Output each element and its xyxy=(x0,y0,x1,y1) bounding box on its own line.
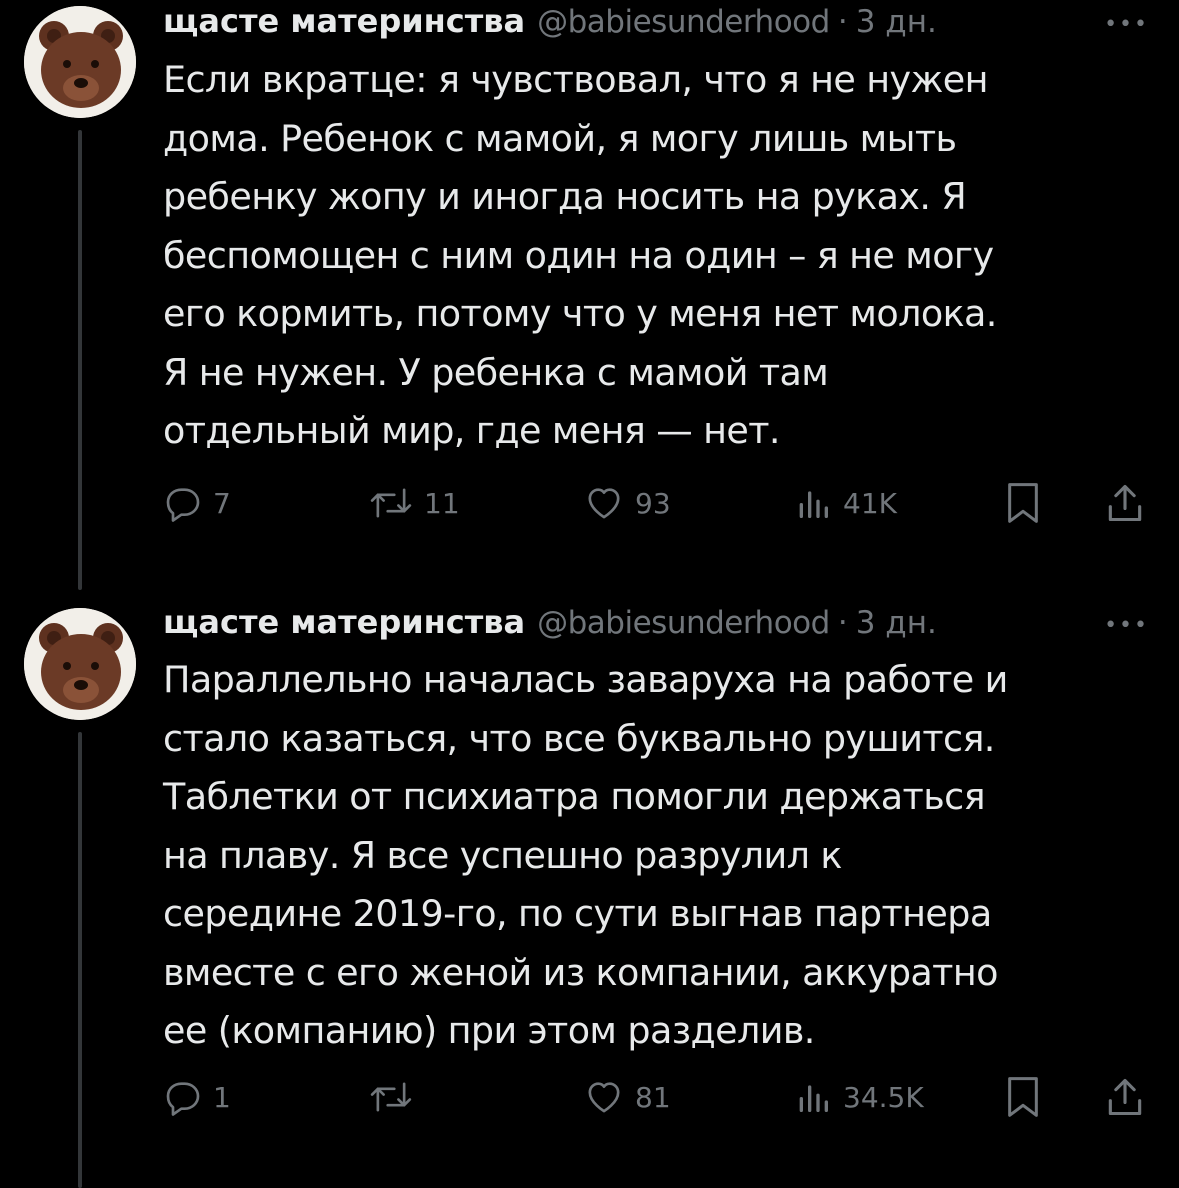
heart-icon xyxy=(588,488,620,519)
tweet[interactable]: щасте материнства @babiesunderhood · 3 д… xyxy=(0,0,1179,590)
views-count: 34.5K xyxy=(843,1080,924,1114)
reply-icon xyxy=(166,1082,200,1116)
views-count: 41K xyxy=(843,486,897,520)
timestamp[interactable]: 3 дн. xyxy=(856,4,937,40)
share-icon xyxy=(1108,484,1142,522)
thread-line xyxy=(78,732,82,1188)
views-icon xyxy=(799,491,828,518)
bookmark-icon xyxy=(1008,1077,1038,1117)
retweet-button[interactable] xyxy=(368,1072,424,1122)
action-bar: 7 11 93 41K xyxy=(163,478,1153,528)
author-name[interactable]: щасте материнства xyxy=(163,603,525,641)
author-handle[interactable]: @babiesunderhood xyxy=(537,4,830,40)
tweet[interactable]: щасте материнства @babiesunderhood · 3 д… xyxy=(0,590,1179,1188)
share-icon xyxy=(1108,1078,1142,1116)
views-button[interactable]: 34.5K xyxy=(793,1072,924,1122)
author-avatar[interactable] xyxy=(24,6,136,118)
tweet-header: щасте материнства @babiesunderhood · 3 д… xyxy=(163,2,1149,40)
views-icon xyxy=(799,1085,828,1112)
bookmark-icon xyxy=(1008,483,1038,523)
like-button[interactable]: 93 xyxy=(583,478,671,528)
reply-button[interactable]: 7 xyxy=(163,478,231,528)
reply-count: 7 xyxy=(213,486,231,520)
author-avatar[interactable] xyxy=(24,608,136,720)
tweet-header: щасте материнства @babiesunderhood · 3 д… xyxy=(163,603,1149,641)
thread-line xyxy=(78,130,82,590)
timestamp[interactable]: 3 дн. xyxy=(856,605,937,641)
like-count: 93 xyxy=(635,486,671,520)
tweet-text: Если вкратце: я чувствовал, что я не нуж… xyxy=(163,58,997,452)
share-button[interactable] xyxy=(1103,1072,1147,1122)
reply-count: 1 xyxy=(213,1080,231,1114)
retweet-icon xyxy=(370,1082,412,1112)
separator: · xyxy=(837,605,848,641)
bear-avatar-icon xyxy=(24,6,136,118)
author-handle[interactable]: @babiesunderhood xyxy=(537,605,830,641)
separator: · xyxy=(837,4,848,40)
reply-button[interactable]: 1 xyxy=(163,1072,231,1122)
bookmark-button[interactable] xyxy=(1003,478,1043,528)
heart-icon xyxy=(588,1082,620,1113)
retweet-count: 11 xyxy=(424,486,460,520)
more-options-icon[interactable]: ••• xyxy=(1104,613,1149,638)
bookmark-button[interactable] xyxy=(1003,1072,1043,1122)
reply-icon xyxy=(166,488,200,522)
bear-avatar-icon xyxy=(24,608,136,720)
tweet-text: Параллельно началась заваруха на работе … xyxy=(163,658,1008,1052)
retweet-icon xyxy=(370,488,412,518)
retweet-button[interactable]: 11 xyxy=(368,478,460,528)
like-count: 81 xyxy=(635,1080,671,1114)
like-button[interactable]: 81 xyxy=(583,1072,671,1122)
views-button[interactable]: 41K xyxy=(793,478,897,528)
author-name[interactable]: щасте материнства xyxy=(163,2,525,40)
share-button[interactable] xyxy=(1103,478,1147,528)
action-bar: 1 81 34.5K xyxy=(163,1072,1153,1122)
more-options-icon[interactable]: ••• xyxy=(1104,12,1149,37)
